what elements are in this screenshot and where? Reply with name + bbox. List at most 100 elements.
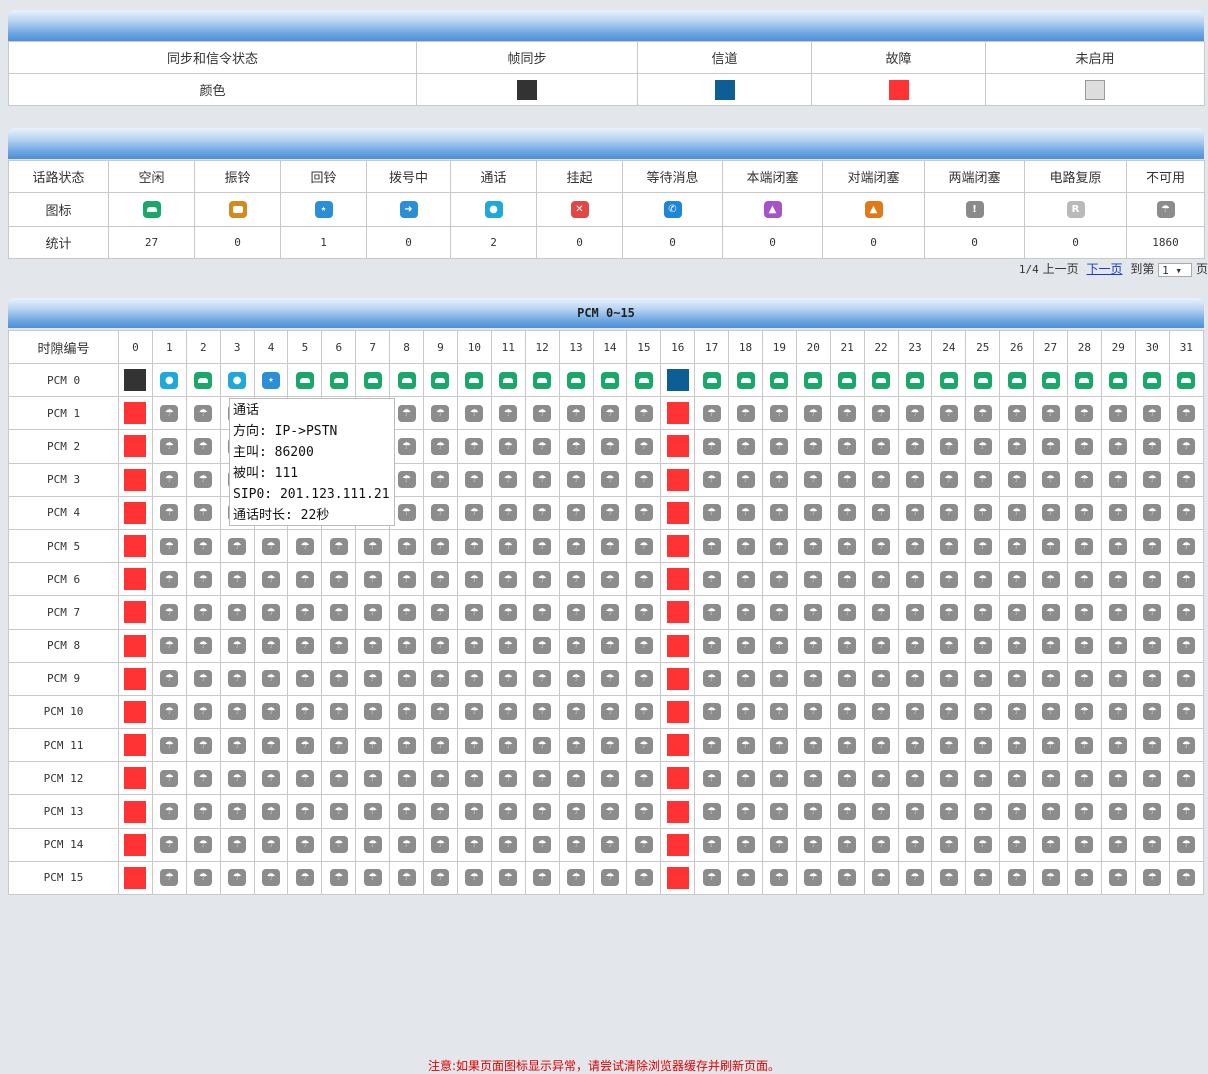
unavailable-icon[interactable]	[736, 603, 755, 621]
unavailable-icon[interactable]	[567, 637, 586, 655]
unavailable-icon[interactable]	[567, 471, 586, 489]
unavailable-icon[interactable]	[295, 537, 314, 555]
unavailable-icon[interactable]	[804, 869, 823, 887]
unavailable-icon[interactable]	[363, 637, 382, 655]
unavailable-icon[interactable]	[499, 404, 518, 422]
unavailable-icon[interactable]	[939, 736, 958, 754]
unavailable-icon[interactable]	[533, 869, 552, 887]
unavailable-icon[interactable]	[1177, 769, 1196, 787]
unavailable-icon[interactable]	[905, 836, 924, 854]
unavailable-icon[interactable]	[533, 670, 552, 688]
unavailable-icon[interactable]	[1075, 736, 1094, 754]
unavailable-icon[interactable]	[465, 404, 484, 422]
unavailable-icon[interactable]	[431, 603, 450, 621]
unavailable-icon[interactable]	[634, 836, 653, 854]
unavailable-icon[interactable]	[465, 769, 484, 787]
unavailable-icon[interactable]	[838, 404, 857, 422]
unavailable-icon[interactable]	[838, 703, 857, 721]
unavailable-icon[interactable]	[228, 869, 247, 887]
unavailable-icon[interactable]	[533, 836, 552, 854]
unavailable-icon[interactable]	[465, 736, 484, 754]
unavailable-icon[interactable]	[1041, 570, 1060, 588]
unavailable-icon[interactable]	[295, 570, 314, 588]
unavailable-icon[interactable]	[295, 670, 314, 688]
unavailable-icon[interactable]	[1109, 504, 1128, 522]
unavailable-icon[interactable]	[533, 570, 552, 588]
unavailable-icon[interactable]	[499, 504, 518, 522]
unavailable-icon[interactable]	[939, 670, 958, 688]
unavailable-icon[interactable]	[1109, 570, 1128, 588]
unavailable-icon[interactable]	[431, 836, 450, 854]
unavailable-icon[interactable]	[465, 504, 484, 522]
unavailable-icon[interactable]	[295, 836, 314, 854]
unavailable-icon[interactable]	[973, 537, 992, 555]
idle-icon[interactable]	[634, 371, 653, 389]
unavailable-icon[interactable]	[194, 504, 213, 522]
unavailable-icon[interactable]	[397, 736, 416, 754]
unavailable-icon[interactable]	[872, 836, 891, 854]
unavailable-icon[interactable]	[1041, 471, 1060, 489]
unavailable-icon[interactable]	[736, 471, 755, 489]
unavailable-icon[interactable]	[1007, 803, 1026, 821]
unavailable-icon[interactable]	[770, 637, 789, 655]
unavailable-icon[interactable]	[1041, 670, 1060, 688]
unavailable-icon[interactable]	[1041, 836, 1060, 854]
unavailable-icon[interactable]	[872, 769, 891, 787]
unavailable-icon[interactable]	[770, 404, 789, 422]
unavailable-icon[interactable]	[736, 736, 755, 754]
unavailable-icon[interactable]	[973, 869, 992, 887]
unavailable-icon[interactable]	[160, 471, 179, 489]
unavailable-icon[interactable]	[1109, 471, 1128, 489]
unavailable-icon[interactable]	[872, 803, 891, 821]
unavailable-icon[interactable]	[1177, 703, 1196, 721]
unavailable-icon[interactable]	[431, 703, 450, 721]
unavailable-icon[interactable]	[329, 703, 348, 721]
unavailable-icon[interactable]	[1075, 836, 1094, 854]
unavailable-icon[interactable]	[1177, 603, 1196, 621]
unavailable-icon[interactable]	[533, 603, 552, 621]
unavailable-icon[interactable]	[702, 537, 721, 555]
unavailable-icon[interactable]	[1177, 471, 1196, 489]
unavailable-icon[interactable]	[363, 836, 382, 854]
unavailable-icon[interactable]	[770, 603, 789, 621]
unavailable-icon[interactable]	[1075, 537, 1094, 555]
unavailable-icon[interactable]	[363, 869, 382, 887]
unavailable-icon[interactable]	[1143, 769, 1162, 787]
idle-icon[interactable]	[939, 371, 958, 389]
unavailable-icon[interactable]	[1109, 869, 1128, 887]
unavailable-icon[interactable]	[465, 869, 484, 887]
unavailable-icon[interactable]	[228, 703, 247, 721]
unavailable-icon[interactable]	[872, 703, 891, 721]
unavailable-icon[interactable]	[262, 703, 281, 721]
unavailable-icon[interactable]	[499, 869, 518, 887]
unavailable-icon[interactable]	[228, 603, 247, 621]
unavailable-icon[interactable]	[397, 404, 416, 422]
unavailable-icon[interactable]	[533, 637, 552, 655]
unavailable-icon[interactable]	[1143, 637, 1162, 655]
unavailable-icon[interactable]	[194, 404, 213, 422]
unavailable-icon[interactable]	[194, 803, 213, 821]
unavailable-icon[interactable]	[160, 504, 179, 522]
unavailable-icon[interactable]	[465, 670, 484, 688]
unavailable-icon[interactable]	[567, 603, 586, 621]
unavailable-icon[interactable]	[939, 836, 958, 854]
unavailable-icon[interactable]	[1143, 437, 1162, 455]
unavailable-icon[interactable]	[329, 603, 348, 621]
unavailable-icon[interactable]	[838, 437, 857, 455]
unavailable-icon[interactable]	[702, 404, 721, 422]
unavailable-icon[interactable]	[804, 437, 823, 455]
unavailable-icon[interactable]	[1143, 504, 1162, 522]
page-select[interactable]: 1 ▾	[1158, 262, 1193, 277]
unavailable-icon[interactable]	[804, 471, 823, 489]
unavailable-icon[interactable]	[1007, 769, 1026, 787]
unavailable-icon[interactable]	[634, 537, 653, 555]
unavailable-icon[interactable]	[905, 504, 924, 522]
unavailable-icon[interactable]	[1041, 703, 1060, 721]
unavailable-icon[interactable]	[634, 570, 653, 588]
unavailable-icon[interactable]	[1007, 869, 1026, 887]
unavailable-icon[interactable]	[872, 471, 891, 489]
unavailable-icon[interactable]	[1041, 869, 1060, 887]
unavailable-icon[interactable]	[905, 537, 924, 555]
unavailable-icon[interactable]	[329, 836, 348, 854]
unavailable-icon[interactable]	[872, 504, 891, 522]
